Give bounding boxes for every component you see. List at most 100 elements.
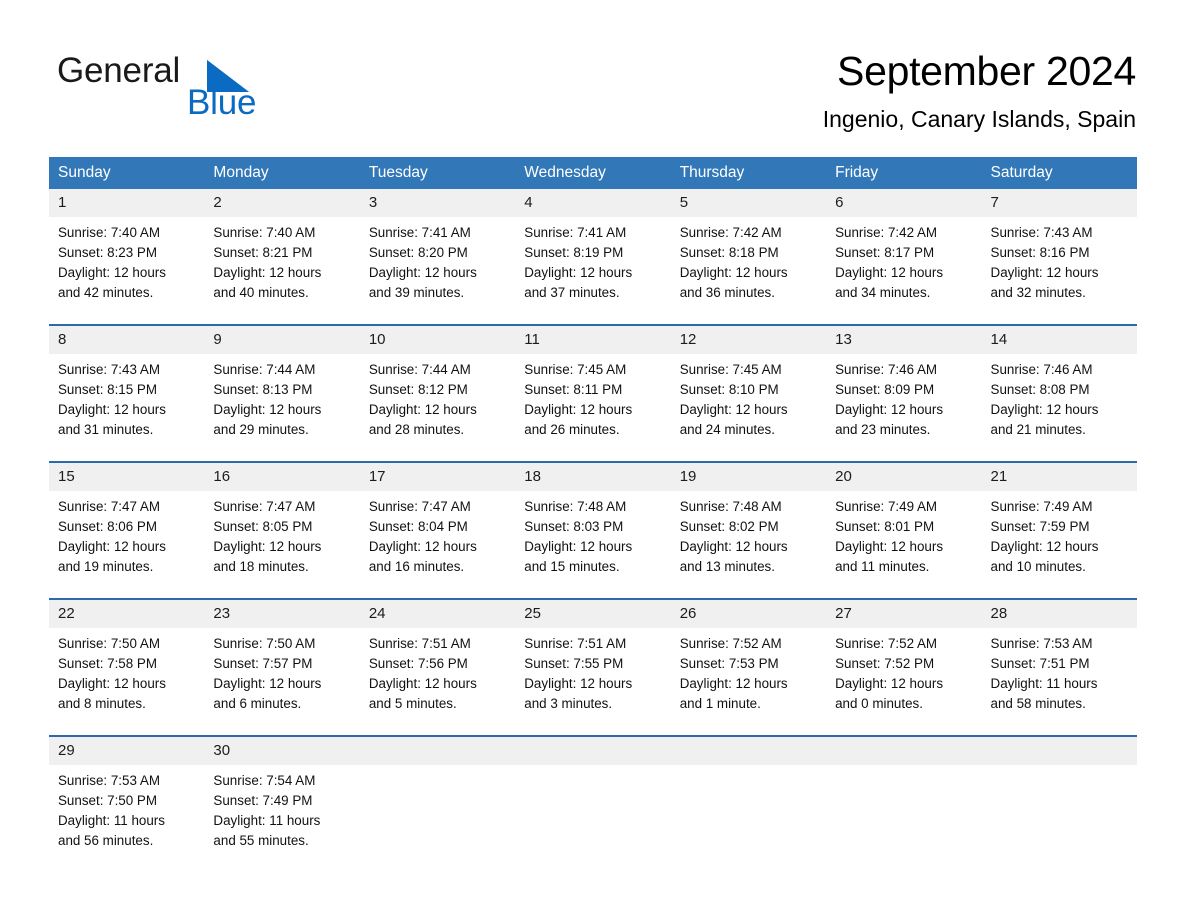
- sunrise-text: Sunrise: 7:48 AM: [524, 499, 627, 514]
- week-row: 29 30 Sunrise: 7:53 AM Sunset: 7:50 PM D…: [49, 735, 1137, 861]
- sunrise-text: Sunrise: 7:50 AM: [58, 636, 160, 651]
- day-cell[interactable]: Sunrise: 7:44 AM Sunset: 8:12 PM Dayligh…: [360, 354, 515, 451]
- general-blue-logo[interactable]: General Blue: [57, 52, 357, 122]
- day-cell[interactable]: Sunrise: 7:48 AM Sunset: 8:02 PM Dayligh…: [671, 491, 826, 588]
- daylight-text-line1: Daylight: 12 hours: [835, 402, 944, 418]
- day-cell[interactable]: Sunrise: 7:53 AM Sunset: 7:50 PM Dayligh…: [49, 765, 204, 861]
- daylight-text-line2: and 0 minutes.: [835, 696, 923, 712]
- daylight-text-line2: and 11 minutes.: [835, 559, 930, 575]
- sunrise-text: Sunrise: 7:44 AM: [213, 362, 316, 377]
- day-cell[interactable]: Sunrise: 7:48 AM Sunset: 8:03 PM Dayligh…: [515, 491, 670, 588]
- day-cell[interactable]: Sunrise: 7:44 AM Sunset: 8:13 PM Dayligh…: [204, 354, 359, 451]
- day-number[interactable]: 16: [204, 463, 359, 491]
- logo-text-general: General: [57, 51, 181, 90]
- daylight-text-line2: and 18 minutes.: [213, 559, 309, 575]
- day-number[interactable]: 25: [515, 600, 670, 628]
- day-cell[interactable]: Sunrise: 7:52 AM Sunset: 7:53 PM Dayligh…: [671, 628, 826, 725]
- sunset-text: Sunset: 8:04 PM: [368, 519, 468, 535]
- daylight-text-line1: Daylight: 12 hours: [524, 402, 633, 418]
- day-number[interactable]: 13: [826, 326, 981, 354]
- day-number[interactable]: 21: [982, 463, 1137, 491]
- sunset-text: Sunset: 8:17 PM: [835, 245, 935, 261]
- day-number[interactable]: 15: [49, 463, 204, 491]
- day-cell[interactable]: Sunrise: 7:51 AM Sunset: 7:56 PM Dayligh…: [360, 628, 515, 725]
- day-cell[interactable]: Sunrise: 7:53 AM Sunset: 7:51 PM Dayligh…: [982, 628, 1137, 725]
- day-number[interactable]: 7: [982, 189, 1137, 217]
- day-cell[interactable]: Sunrise: 7:50 AM Sunset: 7:57 PM Dayligh…: [204, 628, 359, 725]
- day-cell[interactable]: Sunrise: 7:47 AM Sunset: 8:06 PM Dayligh…: [49, 491, 204, 588]
- day-number[interactable]: 30: [204, 737, 359, 765]
- day-number[interactable]: 26: [671, 600, 826, 628]
- day-number[interactable]: 6: [826, 189, 981, 217]
- day-cell[interactable]: Sunrise: 7:42 AM Sunset: 8:17 PM Dayligh…: [826, 217, 981, 314]
- day-cell[interactable]: Sunrise: 7:41 AM Sunset: 8:20 PM Dayligh…: [360, 217, 515, 314]
- day-number[interactable]: 12: [671, 326, 826, 354]
- day-number[interactable]: 2: [204, 189, 359, 217]
- day-number[interactable]: 17: [360, 463, 515, 491]
- day-cell[interactable]: Sunrise: 7:45 AM Sunset: 8:10 PM Dayligh…: [671, 354, 826, 451]
- daylight-text-line1: Daylight: 12 hours: [213, 676, 322, 692]
- day-number[interactable]: 18: [515, 463, 670, 491]
- sunrise-text: Sunrise: 7:43 AM: [990, 225, 1093, 240]
- day-cell[interactable]: Sunrise: 7:52 AM Sunset: 7:52 PM Dayligh…: [826, 628, 981, 725]
- day-cell[interactable]: Sunrise: 7:41 AM Sunset: 8:19 PM Dayligh…: [515, 217, 670, 314]
- daylight-text-line1: Daylight: 12 hours: [58, 539, 166, 555]
- logo-text-blue: Blue: [187, 83, 257, 122]
- day-number[interactable]: 20: [826, 463, 981, 491]
- sunrise-text: Sunrise: 7:54 AM: [213, 773, 316, 788]
- day-number[interactable]: 27: [826, 600, 981, 628]
- day-number[interactable]: 5: [671, 189, 826, 217]
- sunset-text: Sunset: 8:08 PM: [990, 382, 1090, 398]
- day-cell[interactable]: Sunrise: 7:43 AM Sunset: 8:16 PM Dayligh…: [982, 217, 1137, 314]
- sunrise-text: Sunrise: 7:42 AM: [835, 225, 938, 240]
- day-number[interactable]: 10: [360, 326, 515, 354]
- daylight-text-line1: Daylight: 11 hours: [58, 813, 165, 829]
- day-cell[interactable]: Sunrise: 7:46 AM Sunset: 8:09 PM Dayligh…: [826, 354, 981, 451]
- sunset-text: Sunset: 8:10 PM: [679, 382, 779, 398]
- sunrise-text: Sunrise: 7:40 AM: [58, 225, 160, 240]
- day-cell[interactable]: Sunrise: 7:49 AM Sunset: 7:59 PM Dayligh…: [982, 491, 1137, 588]
- day-number[interactable]: 28: [982, 600, 1137, 628]
- day-number[interactable]: 23: [204, 600, 359, 628]
- week-daynumber-band: 1 2 3 4 5 6 7: [49, 189, 1137, 217]
- day-cell[interactable]: Sunrise: 7:45 AM Sunset: 8:11 PM Dayligh…: [515, 354, 670, 451]
- day-number[interactable]: 11: [515, 326, 670, 354]
- day-cell[interactable]: Sunrise: 7:40 AM Sunset: 8:23 PM Dayligh…: [49, 217, 204, 314]
- day-cell[interactable]: Sunrise: 7:43 AM Sunset: 8:15 PM Dayligh…: [49, 354, 204, 451]
- day-cell[interactable]: Sunrise: 7:49 AM Sunset: 8:01 PM Dayligh…: [826, 491, 981, 588]
- day-cell[interactable]: Sunrise: 7:47 AM Sunset: 8:04 PM Dayligh…: [360, 491, 515, 588]
- day-number[interactable]: 1: [49, 189, 204, 217]
- day-number[interactable]: 14: [982, 326, 1137, 354]
- daylight-text-line2: and 19 minutes.: [58, 559, 154, 575]
- day-cell[interactable]: Sunrise: 7:54 AM Sunset: 7:49 PM Dayligh…: [204, 765, 359, 861]
- daylight-text-line2: and 56 minutes.: [58, 833, 154, 849]
- day-cell[interactable]: Sunrise: 7:51 AM Sunset: 7:55 PM Dayligh…: [515, 628, 670, 725]
- day-number-empty: [515, 737, 670, 765]
- day-number[interactable]: 29: [49, 737, 204, 765]
- day-number[interactable]: 24: [360, 600, 515, 628]
- day-number[interactable]: 4: [515, 189, 670, 217]
- daylight-text-line2: and 10 minutes.: [990, 559, 1086, 575]
- day-cell[interactable]: Sunrise: 7:40 AM Sunset: 8:21 PM Dayligh…: [204, 217, 359, 314]
- weekday-header-friday: Friday: [835, 164, 879, 181]
- day-number[interactable]: 19: [671, 463, 826, 491]
- day-cell[interactable]: Sunrise: 7:47 AM Sunset: 8:05 PM Dayligh…: [204, 491, 359, 588]
- sunset-text: Sunset: 7:55 PM: [524, 656, 624, 672]
- daylight-text-line2: and 55 minutes.: [213, 833, 309, 849]
- week-detail-band: Sunrise: 7:47 AM Sunset: 8:06 PM Dayligh…: [49, 491, 1137, 588]
- day-number[interactable]: 22: [49, 600, 204, 628]
- daylight-text-line1: Daylight: 12 hours: [679, 265, 788, 281]
- daylight-text-line1: Daylight: 12 hours: [368, 539, 477, 555]
- daylight-text-line2: and 6 minutes.: [213, 696, 302, 712]
- daylight-text-line2: and 29 minutes.: [213, 422, 309, 438]
- sunrise-text: Sunrise: 7:41 AM: [368, 225, 471, 240]
- sunrise-text: Sunrise: 7:42 AM: [679, 225, 782, 240]
- day-cell[interactable]: Sunrise: 7:46 AM Sunset: 8:08 PM Dayligh…: [982, 354, 1137, 451]
- day-cell[interactable]: Sunrise: 7:50 AM Sunset: 7:58 PM Dayligh…: [49, 628, 204, 725]
- day-number[interactable]: 8: [49, 326, 204, 354]
- day-number-empty: [671, 737, 826, 765]
- day-cell[interactable]: Sunrise: 7:42 AM Sunset: 8:18 PM Dayligh…: [671, 217, 826, 314]
- day-number[interactable]: 9: [204, 326, 359, 354]
- sunset-text: Sunset: 7:51 PM: [990, 656, 1090, 672]
- day-number[interactable]: 3: [360, 189, 515, 217]
